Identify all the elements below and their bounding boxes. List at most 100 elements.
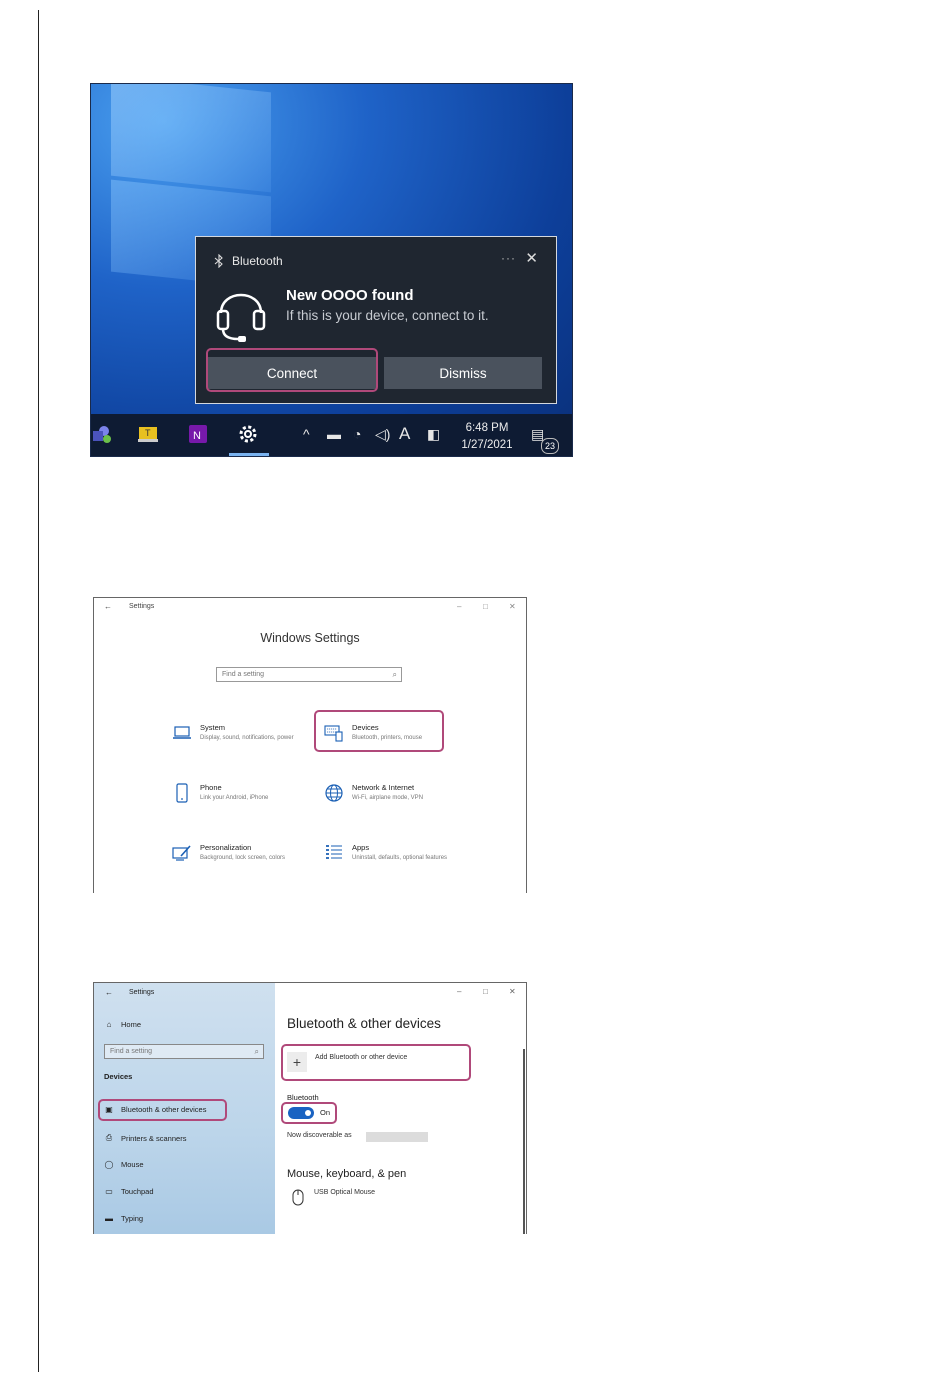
more-options-icon[interactable]: ··· — [501, 251, 516, 265]
search-placeholder: Find a setting — [222, 671, 265, 678]
section-title: Mouse, keyboard, & pen — [287, 1168, 407, 1180]
close-icon[interactable]: ✕ — [525, 249, 538, 267]
volume-icon[interactable]: ◁) — [375, 426, 390, 443]
taskbar: T N ^ ▬ ◔ ◁) A ◧ 6:48 PM 1/27/2021 ▤ 23 — [91, 414, 572, 456]
minimize-icon[interactable]: – — [457, 602, 461, 611]
sidebar-item-label: Typing — [121, 1214, 144, 1223]
devices-highlight — [314, 710, 444, 752]
dismiss-button[interactable]: Dismiss — [384, 357, 542, 389]
settings-gear-icon[interactable] — [237, 423, 259, 445]
device-name[interactable]: USB Optical Mouse — [314, 1189, 375, 1196]
device-name-redacted — [366, 1132, 428, 1142]
search-icon: ⌕ — [392, 670, 397, 679]
page-title: Windows Settings — [260, 631, 360, 645]
clock-time: 6:48 PM — [465, 422, 509, 434]
tile-name: Network & Internet — [352, 783, 415, 792]
battery-icon[interactable]: ▬ — [327, 426, 341, 442]
laptop-icon — [173, 726, 191, 739]
sidebar-item-label: Home — [121, 1020, 142, 1029]
minimize-icon[interactable]: – — [457, 987, 461, 996]
windows-settings-screenshot: ← Settings – □ ✕ Windows Settings Find a… — [93, 597, 527, 893]
svg-text:T: T — [145, 428, 151, 438]
headset-icon — [216, 293, 266, 342]
sidebar-item-typing[interactable]: ▬ Typing — [104, 1214, 143, 1223]
connect-highlight — [206, 348, 378, 392]
search-placeholder: Find a setting — [110, 1048, 153, 1055]
notification-app-name: Bluetooth — [232, 254, 283, 268]
search-icon: ⌕ — [254, 1047, 259, 1056]
phone-icon — [176, 783, 188, 803]
touchpad-icon: ▭ — [105, 1187, 113, 1196]
search-input[interactable]: Find a setting ⌕ — [216, 667, 402, 682]
titlebar: ← Settings — [104, 988, 154, 997]
close-icon[interactable]: ✕ — [509, 602, 516, 611]
page-margin-rule — [38, 10, 39, 1372]
tile-description: Display, sound, notifications, power — [200, 735, 294, 741]
notification-message: If this is your device, connect to it. — [286, 308, 489, 323]
mouse-icon — [292, 1189, 304, 1206]
sidebar-item-mouse[interactable]: ◯ Mouse — [104, 1160, 144, 1169]
tray-app-icon[interactable]: ◧ — [427, 426, 440, 443]
tile-name: Phone — [200, 783, 222, 792]
clock-date: 1/27/2021 — [461, 439, 513, 451]
add-device-highlight — [281, 1044, 471, 1081]
globe-icon — [325, 784, 343, 802]
bluetooth-settings-screenshot: ← Settings ⌂ Home Find a setting ⌕ Devic… — [93, 982, 527, 1234]
tile-apps[interactable]: Apps Uninstall, defaults, optional featu… — [324, 843, 454, 883]
tile-personalization[interactable]: Personalization Background, lock screen,… — [172, 843, 302, 883]
keyboard-icon: ▬ — [105, 1214, 113, 1223]
tile-description: Uninstall, defaults, optional features — [352, 855, 448, 861]
onenote-icon[interactable]: N — [187, 423, 209, 445]
window-app-name: Settings — [129, 603, 155, 610]
apps-list-icon — [326, 845, 342, 859]
window-app-name: Settings — [129, 989, 155, 996]
teams-icon[interactable] — [91, 423, 113, 445]
notification-title: New OOOO found — [286, 287, 414, 304]
home-icon: ⌂ — [106, 1020, 112, 1029]
bluetooth-label: Bluetooth — [287, 1093, 319, 1102]
windows-logo-wallpaper — [111, 84, 271, 193]
input-indicator-icon[interactable]: A — [399, 424, 410, 444]
maximize-icon[interactable]: □ — [483, 602, 488, 611]
personalization-icon — [172, 845, 191, 861]
sidebar-item-label: Mouse — [121, 1160, 144, 1169]
tile-description: Background, lock screen, colors — [200, 855, 286, 861]
tile-name: System — [200, 723, 226, 732]
tile-description: Wi-Fi, airplane mode, VPN — [352, 795, 424, 801]
bluetooth-sidebar-highlight — [98, 1099, 227, 1121]
sidebar-section-title: Devices — [104, 1072, 133, 1081]
tile-system[interactable]: System Display, sound, notifications, po… — [172, 723, 302, 763]
search-input[interactable]: Find a setting ⌕ — [104, 1044, 264, 1059]
network-icon[interactable]: ◔ — [353, 426, 361, 442]
page-title: Bluetooth & other devices — [287, 1016, 441, 1031]
scrollbar[interactable] — [523, 1049, 525, 1234]
svg-text:N: N — [193, 430, 201, 442]
notification-count-badge: 23 — [541, 438, 559, 454]
tile-network[interactable]: Network & Internet Wi-Fi, airplane mode,… — [324, 783, 454, 823]
tile-phone[interactable]: Phone Link your Android, iPhone — [172, 783, 302, 823]
desktop-screenshot: Bluetooth ··· ✕ New OOOO found If this i… — [90, 83, 573, 457]
toggle-highlight — [281, 1102, 337, 1124]
clock[interactable]: 6:48 PM 1/27/2021 — [459, 420, 515, 454]
window-titlebar: ← Settings – □ ✕ — [94, 598, 526, 616]
mouse-icon: ◯ — [104, 1160, 114, 1169]
back-arrow-icon[interactable]: ← — [104, 988, 114, 997]
discoverable-text: Now discoverable as — [287, 1132, 352, 1139]
active-app-indicator — [229, 453, 269, 456]
settings-sidebar: ← Settings ⌂ Home Find a setting ⌕ Devic… — [94, 983, 275, 1234]
tile-name: Apps — [352, 843, 370, 852]
tile-name: Personalization — [200, 843, 252, 852]
bluetooth-icon — [214, 254, 223, 268]
close-icon[interactable]: ✕ — [509, 987, 516, 996]
maximize-icon[interactable]: □ — [483, 987, 488, 996]
taskbar-app-icon[interactable]: T — [137, 423, 159, 445]
back-arrow-icon[interactable]: ← — [104, 602, 112, 611]
sidebar-item-touchpad[interactable]: ▭ Touchpad — [104, 1187, 154, 1196]
show-hidden-icons-chevron-icon[interactable]: ^ — [303, 426, 310, 442]
sidebar-item-label: Printers & scanners — [121, 1133, 187, 1143]
sidebar-item-label: Touchpad — [121, 1187, 154, 1196]
sidebar-item-home[interactable]: ⌂ Home — [104, 1020, 141, 1029]
printer-icon: ⎙ — [105, 1133, 113, 1142]
tile-description: Link your Android, iPhone — [200, 795, 269, 801]
sidebar-item-printers[interactable]: ⎙ Printers & scanners — [104, 1133, 187, 1143]
